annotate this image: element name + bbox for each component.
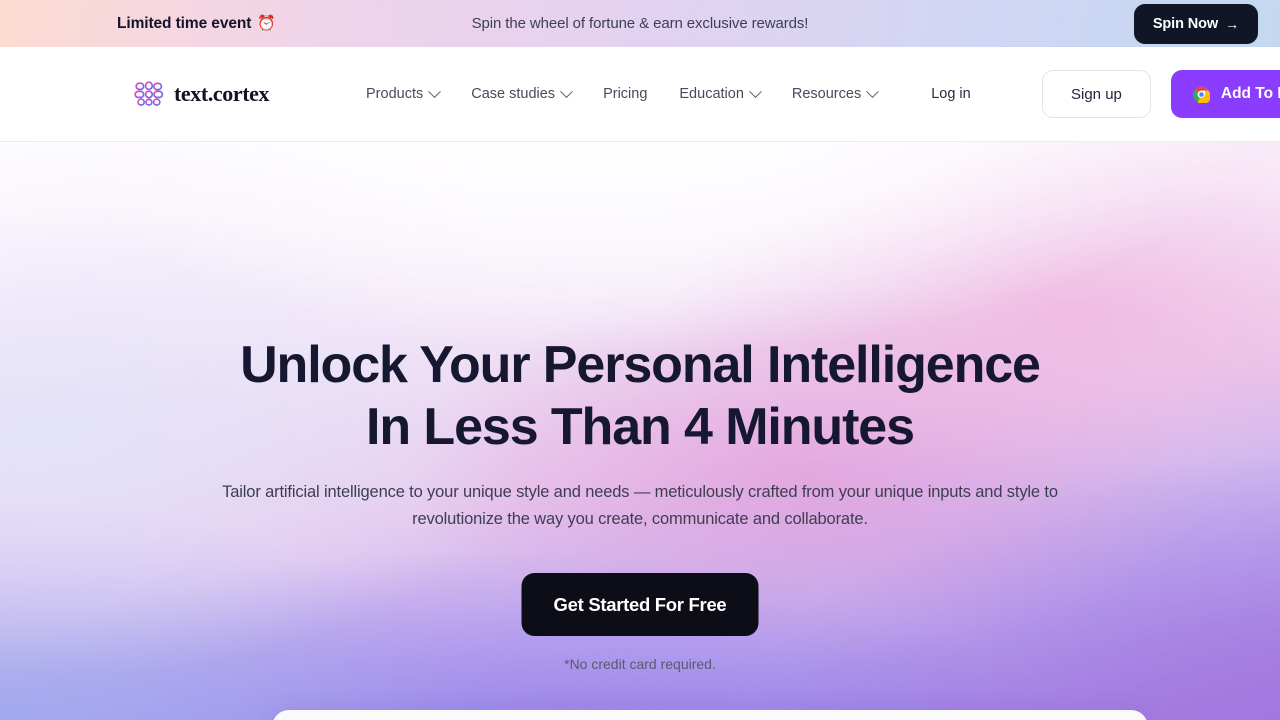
nav-item-products-label: Products xyxy=(366,86,424,102)
hero-subtitle: Tailor artificial intelligence to your u… xyxy=(222,483,1058,528)
page-title-line-2: In Less Than 4 Minutes xyxy=(366,398,915,456)
main-navigation: text.cortex Products Case studies Pricin… xyxy=(0,47,1280,142)
nav-item-education[interactable]: Education xyxy=(679,78,762,110)
nav-item-login-label: Log in xyxy=(931,86,971,102)
chevron-down-icon xyxy=(749,84,762,98)
nav-item-pricing-label: Pricing xyxy=(603,86,648,102)
chevron-down-icon xyxy=(428,84,442,98)
promo-banner-message: Spin the wheel of fortune & earn exclusi… xyxy=(471,15,809,32)
arrow-right-icon: → xyxy=(1225,15,1239,32)
nav-item-login[interactable]: Log in xyxy=(931,78,971,110)
nav-item-resources-label: Resources xyxy=(791,86,862,102)
brand-name: text.cortex xyxy=(174,81,270,106)
get-started-button[interactable]: Get Started For Free xyxy=(521,573,759,636)
add-to-browser-label: Add To Browser xyxy=(1220,85,1280,102)
nav-item-products[interactable]: Products xyxy=(366,78,442,110)
nav-actions: Sign up Add To Browser xyxy=(1042,70,1280,118)
nav-item-case-studies[interactable]: Case studies xyxy=(471,78,573,110)
hero-section: Unlock Your Personal Intelligence In Les… xyxy=(0,142,1280,720)
nav-item-case-studies-label: Case studies xyxy=(471,86,556,102)
nav-item-pricing[interactable]: Pricing xyxy=(603,78,647,110)
page-title-line-1: Unlock Your Personal Intelligence xyxy=(240,336,1041,394)
page-title: Unlock Your Personal Intelligence In Les… xyxy=(0,334,1280,458)
nav-links: Products Case studies Pricing Education … xyxy=(366,78,971,110)
textcortex-brain-icon xyxy=(134,81,164,106)
spin-now-button[interactable]: Spin Now → xyxy=(1133,3,1258,44)
promo-banner: Limited time event ⏰ Spin the wheel of f… xyxy=(0,0,1280,47)
nav-item-education-label: Education xyxy=(679,86,744,102)
chrome-icon xyxy=(1192,86,1210,103)
add-to-browser-button[interactable]: Add To Browser xyxy=(1170,70,1280,118)
nav-item-resources[interactable]: Resources xyxy=(791,78,880,110)
no-credit-card-note: *No credit card required. xyxy=(564,656,716,672)
chevron-down-icon xyxy=(866,84,880,98)
chevron-down-icon xyxy=(560,84,573,98)
sign-up-button[interactable]: Sign up xyxy=(1042,70,1151,118)
prompt-card: Persona: Zeno, the assistant Learn how t… xyxy=(272,710,1148,720)
spin-now-label: Spin Now xyxy=(1152,15,1219,32)
brand-logo-link[interactable]: text.cortex xyxy=(134,80,270,108)
